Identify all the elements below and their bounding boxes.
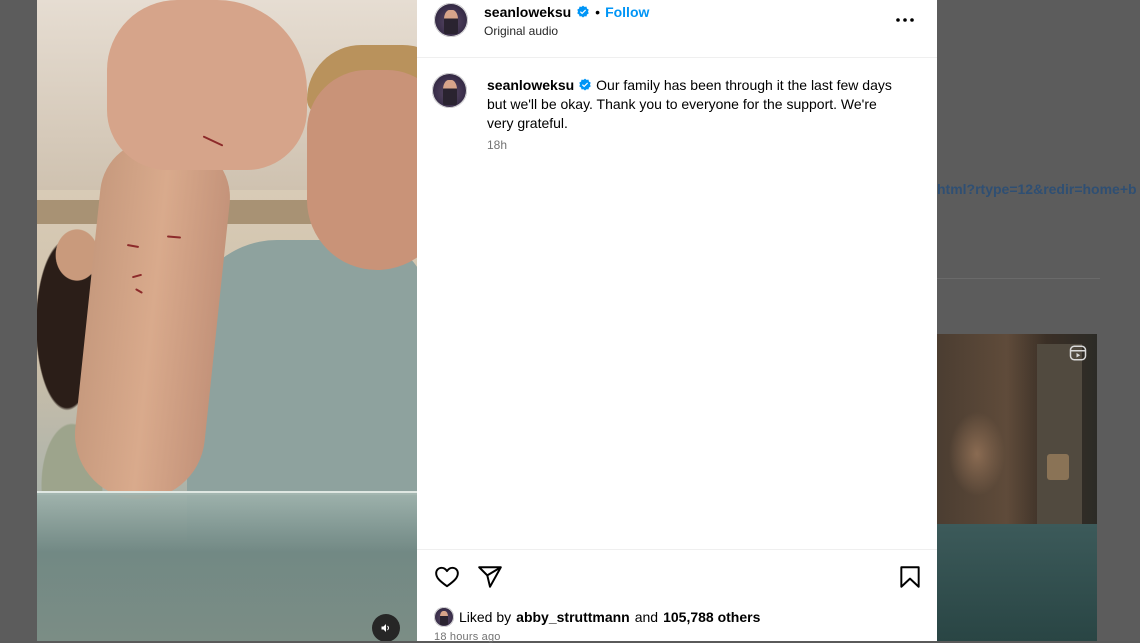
speaker-icon bbox=[381, 624, 389, 632]
raised-hand bbox=[107, 0, 307, 170]
person-face bbox=[307, 70, 417, 270]
more-options-icon[interactable] bbox=[893, 10, 917, 30]
post-modal: seanloweksu • Follow Original audio sean… bbox=[37, 0, 937, 643]
liked-by-and: and bbox=[634, 609, 659, 625]
background-link[interactable]: html?rtype=12&redir=home+b bbox=[937, 181, 1140, 197]
avatar[interactable] bbox=[434, 607, 454, 627]
separator-dot: • bbox=[595, 4, 601, 20]
post-video[interactable] bbox=[37, 0, 417, 641]
sound-toggle-button[interactable] bbox=[372, 614, 400, 641]
avatar[interactable] bbox=[434, 3, 468, 37]
verified-badge-icon bbox=[577, 5, 589, 18]
username[interactable]: seanloweksu bbox=[484, 4, 571, 20]
verified-badge-icon bbox=[579, 78, 591, 91]
heart-icon[interactable] bbox=[434, 564, 460, 590]
liked-by-prefix: Liked by bbox=[459, 609, 512, 625]
post-header: seanloweksu • Follow Original audio bbox=[417, 0, 937, 58]
background-divider bbox=[937, 278, 1100, 279]
reels-icon bbox=[1069, 345, 1087, 361]
background-thumbnail[interactable] bbox=[937, 334, 1097, 641]
liked-by-others[interactable]: 105,788 others bbox=[663, 609, 760, 625]
caption-username[interactable]: seanloweksu bbox=[487, 77, 574, 93]
follow-button[interactable]: Follow bbox=[605, 4, 649, 20]
likes-summary: Liked by abby_struttmann and 105,788 oth… bbox=[434, 607, 760, 627]
post-timestamp[interactable]: 18 hours ago bbox=[434, 631, 501, 643]
avatar[interactable] bbox=[432, 73, 467, 108]
post-actions: Liked by abby_struttmann and 105,788 oth… bbox=[417, 549, 937, 643]
audio-label[interactable]: Original audio bbox=[484, 24, 558, 38]
share-icon[interactable] bbox=[477, 564, 503, 590]
caption-timestamp[interactable]: 18h bbox=[487, 138, 507, 152]
bookmark-icon[interactable] bbox=[897, 564, 923, 590]
liked-by-user[interactable]: abby_struttmann bbox=[516, 609, 630, 625]
glass-table bbox=[37, 493, 417, 641]
post-panel: seanloweksu • Follow Original audio sean… bbox=[417, 0, 937, 643]
